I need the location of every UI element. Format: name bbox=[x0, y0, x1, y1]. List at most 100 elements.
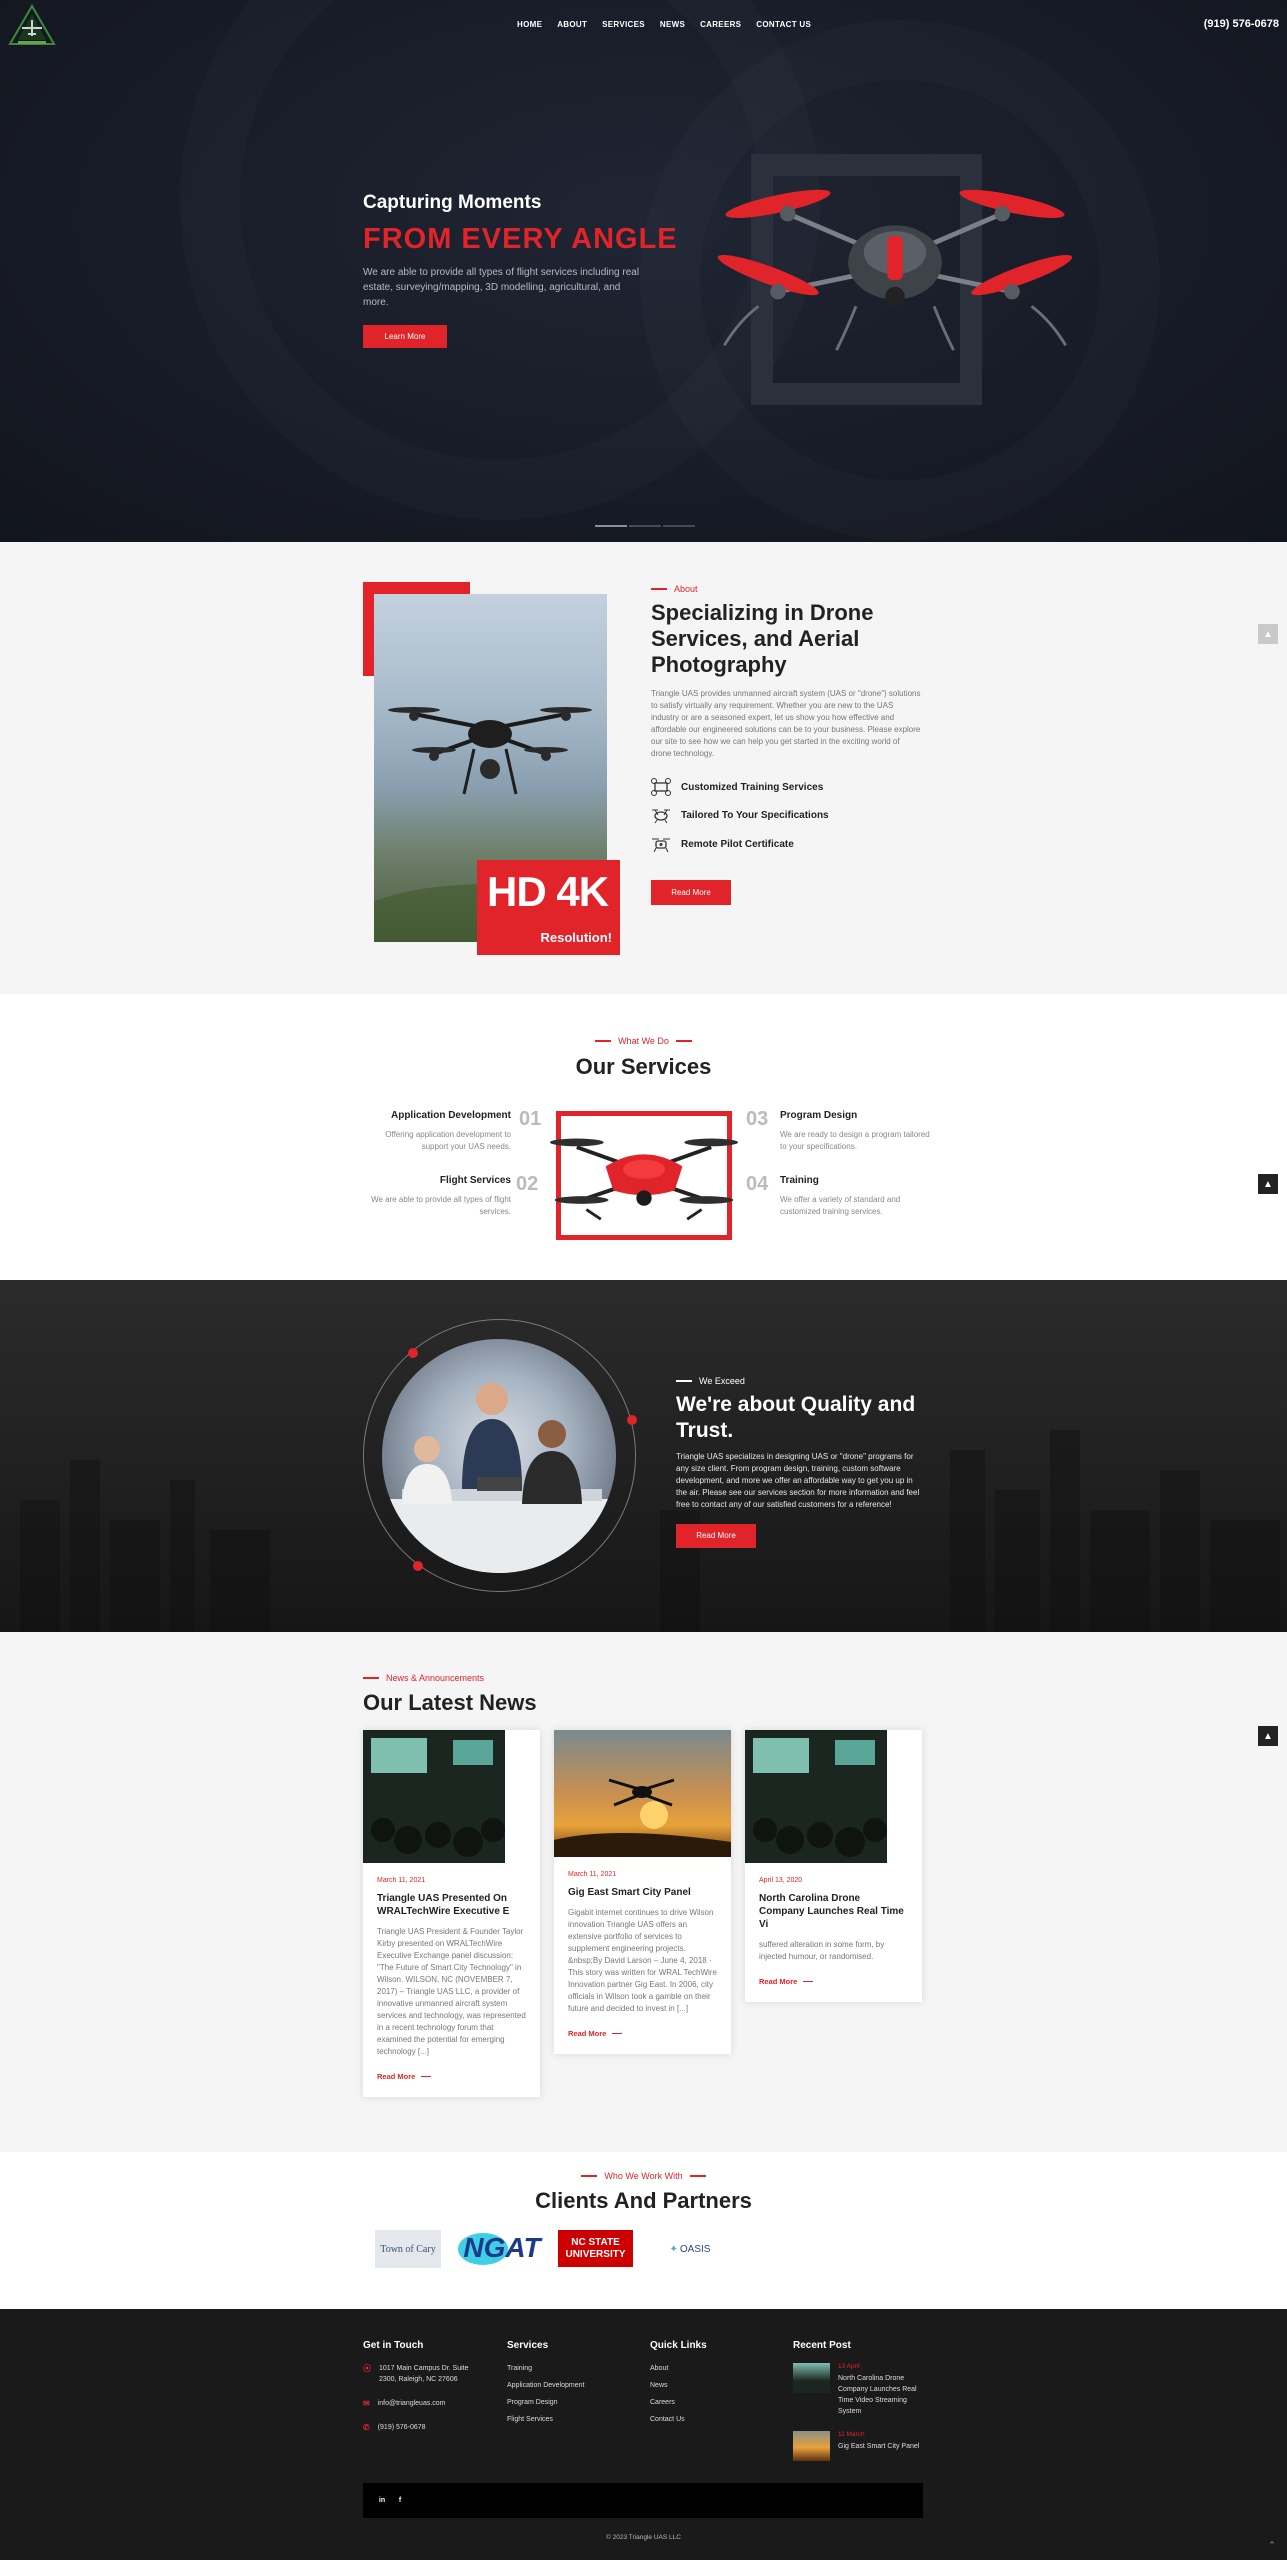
facebook-icon[interactable]: f bbox=[394, 2495, 406, 2507]
client-logo-ngat[interactable]: NGAT bbox=[458, 2229, 546, 2267]
service-number: 03 bbox=[746, 1108, 769, 1130]
news-title[interactable]: Gig East Smart City Panel bbox=[568, 1886, 717, 1899]
news-read-more-link[interactable]: Read More bbox=[377, 2072, 526, 2081]
hero-section: HOME ABOUT SERVICES NEWS CAREERS CONTACT… bbox=[0, 0, 1287, 542]
about-eyebrow: About bbox=[651, 584, 698, 594]
recent-post[interactable]: 13 April North Carolina Drone Company La… bbox=[793, 2363, 933, 2417]
news-eyebrow: News & Announcements bbox=[363, 1673, 484, 1683]
ring-dot bbox=[627, 1415, 637, 1425]
client-logo-text: NGAT bbox=[463, 2232, 541, 2263]
hd-badge-subtitle: Resolution! bbox=[540, 930, 613, 945]
news-eyebrow-text: News & Announcements bbox=[386, 1673, 485, 1683]
footer-link[interactable]: Program Design bbox=[507, 2397, 627, 2408]
nav-home[interactable]: HOME bbox=[517, 20, 542, 29]
footer-link[interactable]: Flight Services bbox=[507, 2414, 627, 2425]
oasis-star-icon: ✦ bbox=[669, 2243, 678, 2255]
client-logo-text: Town of Cary bbox=[380, 2243, 436, 2255]
footer-contact: Get in Touch ⦿ 1017 Main Campus Dr. Suite… bbox=[363, 2340, 483, 2446]
recent-post-title[interactable]: North Carolina Drone Company Launches Re… bbox=[838, 2373, 928, 2417]
service-number: 01 bbox=[519, 1108, 542, 1130]
scroll-up-button[interactable]: ▲ bbox=[1258, 624, 1278, 644]
about-section: HD 4K Resolution! ▲ bbox=[0, 542, 1287, 994]
news-title[interactable]: North Carolina Drone Company Launches Re… bbox=[759, 1892, 908, 1931]
about-read-more-button[interactable]: Read More bbox=[651, 880, 731, 905]
news-read-more-link[interactable]: Read More bbox=[568, 2029, 717, 2038]
footer-link[interactable]: Careers bbox=[650, 2397, 770, 2408]
recent-post-thumbnail bbox=[793, 2363, 830, 2393]
footer-link[interactable]: Training bbox=[507, 2363, 627, 2374]
linkedin-icon[interactable]: in bbox=[376, 2495, 388, 2507]
footer-link[interactable]: Application Development bbox=[507, 2380, 627, 2391]
service-program-design: Program Design We are ready to design a … bbox=[780, 1110, 930, 1153]
feature-label: Remote Pilot Certificate bbox=[681, 838, 794, 850]
nav-contact-us[interactable]: CONTACT US bbox=[756, 20, 811, 29]
news-card[interactable]: March 11, 2021 Triangle UAS Presented On… bbox=[363, 1730, 540, 2097]
nav-news[interactable]: NEWS bbox=[660, 20, 685, 29]
header-phone[interactable]: (919) 576-0678 bbox=[1204, 18, 1279, 30]
team-meeting-photo bbox=[382, 1339, 616, 1573]
learn-more-button[interactable]: Learn More bbox=[363, 325, 447, 348]
phone-text[interactable]: (919) 576-0678 bbox=[378, 2422, 426, 2433]
news-title: Our Latest News bbox=[363, 1690, 537, 1715]
footer-phone[interactable]: ✆ (919) 576-0678 bbox=[363, 2422, 483, 2433]
client-logo-town-of-cary[interactable]: Town of Cary bbox=[375, 2230, 441, 2268]
recent-post[interactable]: 11 March Gig East Smart City Panel bbox=[793, 2431, 933, 2461]
news-card[interactable]: April 13, 2020 North Carolina Drone Comp… bbox=[745, 1730, 922, 2002]
service-number: 04 bbox=[746, 1173, 769, 1195]
footer-link[interactable]: News bbox=[650, 2380, 770, 2391]
clients-title: Clients And Partners bbox=[535, 2188, 752, 2213]
read-more-label: Read More bbox=[377, 2072, 416, 2081]
hd-badge-title: HD 4K bbox=[487, 868, 609, 915]
recent-post-date: 13 April bbox=[838, 2363, 860, 2370]
about-title: Specializing in Drone Services, and Aeri… bbox=[651, 600, 874, 677]
services-eyebrow-text: What We Do bbox=[618, 1036, 669, 1046]
nav-services[interactable]: SERVICES bbox=[602, 20, 645, 29]
client-logo-oasis[interactable]: ✦ OASIS bbox=[650, 2232, 730, 2266]
scroll-up-button[interactable]: ▲ bbox=[1258, 1174, 1278, 1194]
scroll-up-button[interactable]: ⌃ bbox=[1262, 2535, 1282, 2555]
news-read-more-link[interactable]: Read More bbox=[759, 1977, 908, 1986]
news-card-image bbox=[745, 1730, 922, 1863]
service-application-development: Application Development Offering applica… bbox=[361, 1110, 511, 1153]
scroll-up-button[interactable]: ▲ bbox=[1258, 1726, 1278, 1746]
slide-dot-2[interactable] bbox=[629, 525, 661, 527]
news-excerpt: suffered alteration in some form, by inj… bbox=[759, 1940, 885, 1961]
address-text: 1017 Main Campus Dr. Suite 2300, Raleigh… bbox=[379, 2365, 469, 2383]
triangle-uas-logo[interactable] bbox=[8, 4, 56, 46]
services-title: Our Services bbox=[575, 1054, 712, 1079]
quality-read-more-button[interactable]: Read More bbox=[676, 1524, 756, 1548]
news-excerpt: Gigabit internet continues to drive Wils… bbox=[568, 1908, 717, 2013]
training-drone-icon bbox=[651, 778, 671, 796]
news-date: March 11, 2021 bbox=[377, 1877, 426, 1884]
service-title: Training bbox=[780, 1175, 819, 1186]
feature-item: Tailored To Your Specifications bbox=[651, 806, 829, 824]
news-title[interactable]: Triangle UAS Presented On WRALTechWire E… bbox=[377, 1892, 526, 1918]
news-card[interactable]: March 11, 2021 Gig East Smart City Panel… bbox=[554, 1730, 731, 2054]
footer-link[interactable]: Contact Us bbox=[650, 2414, 770, 2425]
mail-icon: ✉ bbox=[363, 2399, 370, 2408]
about-eyebrow-text: About bbox=[674, 584, 698, 594]
city-skyline-background bbox=[20, 1430, 1280, 1632]
slide-dot-1[interactable] bbox=[595, 525, 627, 527]
clients-eyebrow-inner: Who We Work With bbox=[581, 2171, 706, 2181]
service-title: Application Development bbox=[390, 1110, 511, 1121]
recent-post-title[interactable]: Gig East Smart City Panel bbox=[838, 2441, 928, 2452]
certificate-drone-icon bbox=[652, 838, 670, 853]
footer-email[interactable]: ✉ info@triangleuas.com bbox=[363, 2398, 483, 2409]
nav-careers[interactable]: CAREERS bbox=[700, 20, 741, 29]
quality-eyebrow: We Exceed bbox=[676, 1376, 745, 1386]
footer-link[interactable]: About bbox=[650, 2363, 770, 2374]
news-date: April 13, 2020 bbox=[759, 1877, 803, 1884]
service-desc: We are able to provide all types of flig… bbox=[371, 1195, 511, 1216]
service-training: Training We offer a variety of standard … bbox=[780, 1175, 930, 1218]
social-bar: in f bbox=[363, 2483, 923, 2518]
slide-dot-3[interactable] bbox=[663, 525, 695, 527]
nav-about[interactable]: ABOUT bbox=[557, 20, 587, 29]
read-more-label: Read More bbox=[568, 2029, 607, 2038]
clients-eyebrow-text: Who We Work With bbox=[604, 2171, 683, 2181]
email-text[interactable]: info@triangleuas.com bbox=[378, 2398, 446, 2409]
clients-eyebrow: Who We Work With bbox=[0, 2171, 1287, 2181]
footer-recent-posts: Recent Post 13 April North Carolina Dron… bbox=[793, 2340, 933, 2475]
services-eyebrow: What We Do bbox=[0, 1036, 1287, 1046]
client-logo-nc-state[interactable]: NC STATE UNIVERSITY bbox=[558, 2230, 633, 2267]
